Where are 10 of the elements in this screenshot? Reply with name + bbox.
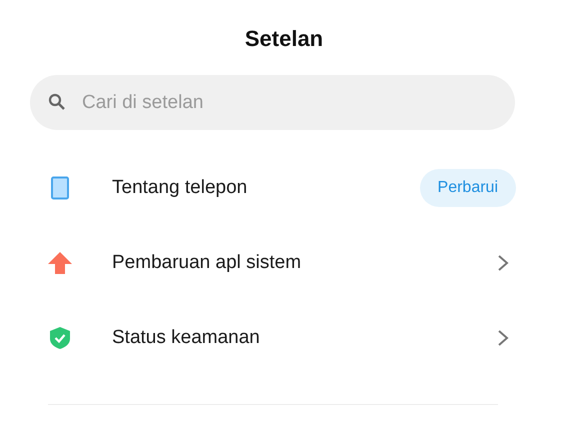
chevron-right-icon	[496, 328, 510, 346]
page-title: Setelan	[244, 25, 324, 53]
phone-icon	[48, 176, 72, 200]
search-field[interactable]: Cari di setelan	[30, 75, 515, 130]
settings-item-label[interactable]: Tentang telepon	[112, 176, 420, 198]
settings-item-label[interactable]: Pembaruan apl sistem	[112, 252, 496, 274]
chevron-right-icon	[496, 254, 510, 272]
shield-check-icon	[48, 326, 72, 350]
settings-item-label[interactable]: Status keamanan	[112, 326, 496, 348]
up-arrow-icon	[48, 250, 72, 274]
